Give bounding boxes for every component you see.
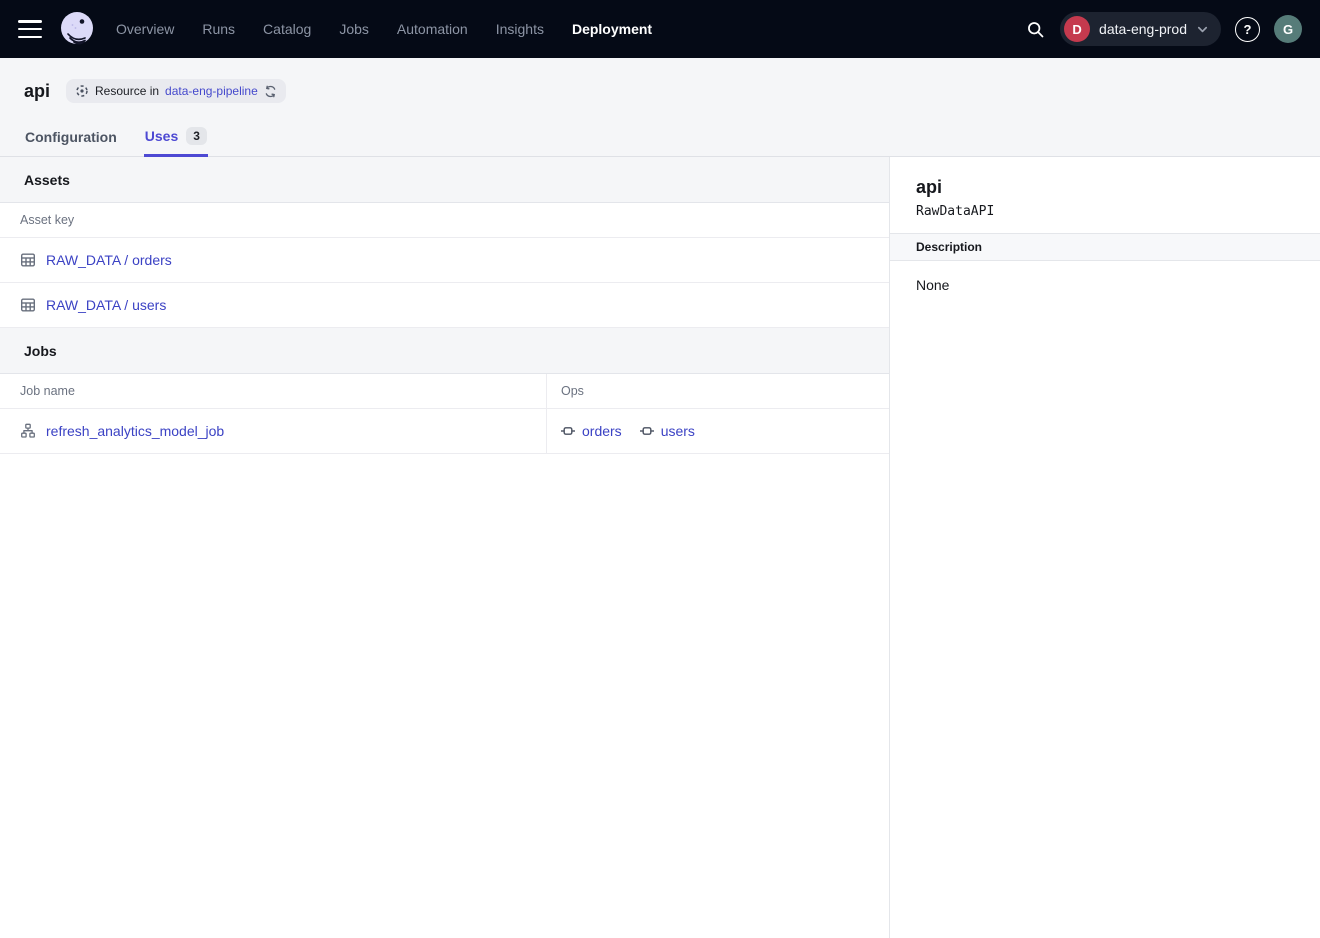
nav-item-catalog[interactable]: Catalog xyxy=(263,21,311,37)
jobs-section-title: Jobs xyxy=(24,343,57,359)
op-icon xyxy=(561,424,575,438)
ops-column-header: Ops xyxy=(561,384,584,398)
job-graph-icon xyxy=(20,423,36,439)
op-link-users[interactable]: users xyxy=(640,423,695,439)
dagster-logo-icon[interactable] xyxy=(58,10,96,48)
table-row: RAW_DATA / users xyxy=(0,283,889,328)
nav-item-runs[interactable]: Runs xyxy=(202,21,235,37)
code-location-link[interactable]: data-eng-pipeline xyxy=(165,84,258,98)
table-row: RAW_DATA / orders xyxy=(0,238,889,283)
jobs-section-header: Jobs xyxy=(0,328,889,374)
search-icon[interactable] xyxy=(1025,19,1046,40)
asset-key-text: RAW_DATA / orders xyxy=(46,252,172,268)
tab-configuration[interactable]: Configuration xyxy=(24,123,118,157)
table-row: refresh_analytics_model_job orders users xyxy=(0,409,889,454)
page-title: api xyxy=(24,81,50,102)
jobs-column-header-row: Job name Ops xyxy=(0,374,889,409)
user-avatar[interactable]: G xyxy=(1274,15,1302,43)
assets-section-title: Assets xyxy=(24,172,70,188)
resource-detail-panel: api RawDataAPI Description None xyxy=(890,157,1320,938)
table-icon xyxy=(20,297,36,313)
tab-uses[interactable]: Uses 3 xyxy=(144,121,208,157)
job-link[interactable]: refresh_analytics_model_job xyxy=(0,423,244,439)
deployment-initial-badge: D xyxy=(1064,16,1090,42)
chevron-down-icon xyxy=(1196,23,1209,36)
page-header: api Resource in data-eng-pipeline Config… xyxy=(0,58,1320,157)
deployment-switcher[interactable]: D data-eng-prod xyxy=(1060,12,1221,46)
asset-key-text: RAW_DATA / users xyxy=(46,297,166,313)
nav-item-deployment[interactable]: Deployment xyxy=(572,21,652,37)
asset-link-users[interactable]: RAW_DATA / users xyxy=(0,297,186,313)
panel-resource-class: RawDataAPI xyxy=(916,204,1294,219)
tab-bar: Configuration Uses 3 xyxy=(24,121,1296,156)
nav-item-automation[interactable]: Automation xyxy=(397,21,468,37)
resource-context-badge: Resource in data-eng-pipeline xyxy=(66,79,286,103)
nav-item-overview[interactable]: Overview xyxy=(116,21,174,37)
job-name-text: refresh_analytics_model_job xyxy=(46,423,224,439)
assets-section-header: Assets xyxy=(0,157,889,203)
job-name-column-header: Job name xyxy=(0,384,95,398)
uses-main-area: Assets Asset key RAW_DATA / orders RAW_D… xyxy=(0,157,890,938)
asset-link-orders[interactable]: RAW_DATA / orders xyxy=(0,252,192,268)
tab-uses-label: Uses xyxy=(145,128,178,144)
asset-key-column-header: Asset key xyxy=(0,213,94,227)
primary-nav: Overview Runs Catalog Jobs Automation In… xyxy=(116,21,652,37)
badge-prefix-text: Resource in xyxy=(95,84,159,98)
help-icon[interactable]: ? xyxy=(1235,17,1260,42)
deployment-name: data-eng-prod xyxy=(1099,21,1187,37)
navbar-actions: D data-eng-prod ? G xyxy=(1025,12,1302,46)
nav-item-insights[interactable]: Insights xyxy=(496,21,544,37)
table-icon xyxy=(20,252,36,268)
op-link-orders[interactable]: orders xyxy=(561,423,622,439)
menu-icon[interactable] xyxy=(18,20,42,38)
op-name-text: users xyxy=(661,423,695,439)
op-name-text: orders xyxy=(582,423,622,439)
tab-uses-count-badge: 3 xyxy=(186,127,207,145)
tab-configuration-label: Configuration xyxy=(25,129,117,145)
panel-resource-name: api xyxy=(916,177,1294,198)
assets-column-header-row: Asset key xyxy=(0,203,889,238)
op-icon xyxy=(640,424,654,438)
description-section-header: Description xyxy=(890,233,1320,261)
resource-icon xyxy=(75,84,89,98)
description-value: None xyxy=(890,261,1320,309)
nav-item-jobs[interactable]: Jobs xyxy=(339,21,369,37)
top-navbar: Overview Runs Catalog Jobs Automation In… xyxy=(0,0,1320,58)
reload-icon[interactable] xyxy=(264,85,277,98)
